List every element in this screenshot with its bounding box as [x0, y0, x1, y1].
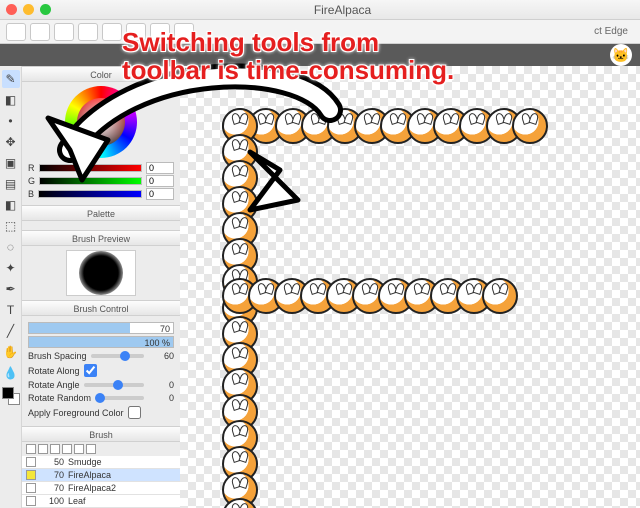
r-slider[interactable] [39, 164, 143, 172]
app-toolbar: ct Edge [0, 20, 640, 44]
spacing-slider[interactable] [91, 354, 144, 358]
gradient-tool[interactable]: ◧ [2, 196, 20, 214]
side-panels: Color R G B Palette Brush Preview Brush … [22, 66, 180, 508]
toolbar-button[interactable] [150, 23, 170, 41]
rotate-random-label: Rotate Random [28, 393, 91, 403]
mascot-avatar-icon: 🐱 [610, 44, 632, 66]
canvas[interactable] [180, 66, 640, 508]
color-swatches[interactable] [2, 387, 20, 405]
window-title: FireAlpaca [51, 3, 634, 17]
b-slider[interactable] [38, 190, 142, 198]
brush-list-item[interactable]: 70FireAlpaca2 [22, 482, 180, 495]
rotate-random-value: 0 [148, 393, 174, 403]
spacing-label: Brush Spacing [28, 351, 87, 361]
eyedrop-tool[interactable]: 💧 [2, 364, 20, 382]
brush-list-item[interactable]: 70FireAlpaca [22, 469, 180, 482]
close-window-button[interactable] [6, 4, 17, 15]
toolbar-button[interactable] [78, 23, 98, 41]
toolbar-button[interactable] [126, 23, 146, 41]
spacing-value: 60 [148, 351, 174, 361]
text-tool[interactable]: T [2, 301, 20, 319]
g-slider[interactable] [39, 177, 142, 185]
dot-tool[interactable]: • [2, 112, 20, 130]
brush-list-toolbar[interactable] [22, 442, 180, 456]
toolbar-right-label: ct Edge [594, 26, 634, 37]
tool-strip: ✎ ◧ • ✥ ▣ ▤ ◧ ⬚ ◌ ✦ ✒ T ╱ ✋ 💧 [0, 66, 22, 508]
move-tool[interactable]: ✥ [2, 133, 20, 151]
divide-tool[interactable]: ╱ [2, 322, 20, 340]
toolbar-button[interactable] [102, 23, 122, 41]
r-input[interactable] [146, 162, 174, 174]
tool-options-bar: 🐱 [0, 44, 640, 66]
panel-title-color: Color [22, 66, 180, 82]
rotate-along-label: Rotate Along [28, 366, 80, 376]
select-tool[interactable]: ⬚ [2, 217, 20, 235]
brush-size-bar[interactable]: 70 [28, 322, 174, 334]
brush-tool[interactable]: ✎ [2, 70, 20, 88]
brush-preview [66, 250, 136, 296]
palette-panel[interactable] [22, 221, 180, 230]
rotate-angle-slider[interactable] [84, 383, 144, 387]
rotate-along-checkbox[interactable] [84, 364, 97, 377]
r-label: R [28, 163, 35, 173]
fill-tool[interactable]: ▣ [2, 154, 20, 172]
brush-opacity-bar[interactable]: 100 % [28, 336, 174, 348]
panel-title-control: Brush Control [22, 300, 180, 316]
rotate-angle-value: 0 [148, 380, 174, 390]
window-controls[interactable] [6, 4, 51, 15]
toolbar-button[interactable] [30, 23, 50, 41]
b-input[interactable] [146, 188, 174, 200]
toolbar-button[interactable] [174, 23, 194, 41]
bucket-tool[interactable]: ▤ [2, 175, 20, 193]
panel-title-palette: Palette [22, 205, 180, 221]
window-titlebar: FireAlpaca [0, 0, 640, 20]
apply-fg-label: Apply Foreground Color [28, 408, 124, 418]
g-input[interactable] [146, 175, 174, 187]
hand-tool[interactable]: ✋ [2, 343, 20, 361]
b-label: B [28, 189, 34, 199]
g-label: G [28, 176, 35, 186]
pen-tool[interactable]: ✒ [2, 280, 20, 298]
brush-list-item[interactable]: 100Leaf [22, 495, 180, 508]
brush-preview-dot [79, 251, 123, 295]
wand-tool[interactable]: ✦ [2, 259, 20, 277]
panel-title-brush: Brush [22, 426, 180, 442]
eraser-tool[interactable]: ◧ [2, 91, 20, 109]
brush-stamp [512, 108, 548, 144]
brush-list-item[interactable]: 50Smudge [22, 456, 180, 469]
toolbar-button[interactable] [6, 23, 26, 41]
rotate-angle-label: Rotate Angle [28, 380, 80, 390]
color-panel: R G B [22, 82, 180, 205]
apply-fg-checkbox[interactable] [128, 406, 141, 419]
rotate-random-slider[interactable] [95, 396, 144, 400]
zoom-window-button[interactable] [40, 4, 51, 15]
brush-stamp [482, 278, 518, 314]
panel-title-preview: Brush Preview [22, 230, 180, 246]
lasso-tool[interactable]: ◌ [2, 238, 20, 256]
brush-control-panel: 70 100 % Brush Spacing 60 Rotate Along Ro… [22, 316, 180, 426]
color-wheel[interactable] [65, 86, 137, 158]
brush-list: 50Smudge70FireAlpaca70FireAlpaca2100Leaf [22, 442, 180, 508]
minimize-window-button[interactable] [23, 4, 34, 15]
toolbar-button[interactable] [54, 23, 74, 41]
